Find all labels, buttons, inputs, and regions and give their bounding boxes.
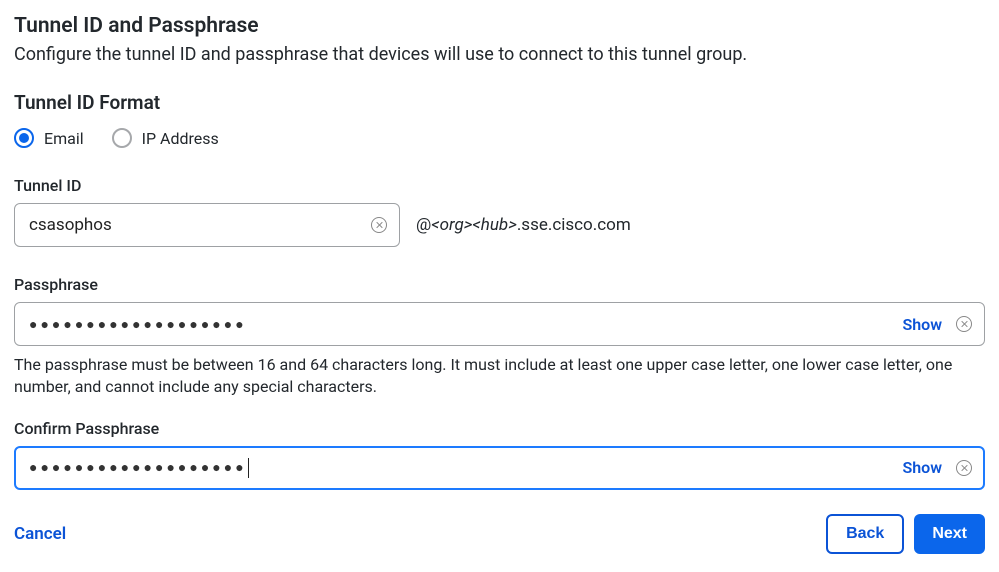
confirm-passphrase-value: ●●●●●●●●●●●●●●●●●●●	[29, 458, 902, 478]
back-button[interactable]: Back	[826, 514, 904, 554]
radio-email-label: Email	[44, 129, 84, 148]
passphrase-value: ●●●●●●●●●●●●●●●●●●●	[29, 316, 902, 333]
clear-icon[interactable]	[956, 460, 972, 476]
footer: Cancel Back Next	[14, 514, 985, 554]
radio-ip-label: IP Address	[142, 129, 219, 148]
tunnel-id-input[interactable]: csasophos	[14, 203, 400, 247]
confirm-passphrase-label: Confirm Passphrase	[14, 419, 985, 438]
show-passphrase-button[interactable]: Show	[902, 315, 942, 334]
radio-email[interactable]: Email	[14, 128, 84, 148]
radio-ip-address[interactable]: IP Address	[112, 128, 219, 148]
confirm-passphrase-input[interactable]: ●●●●●●●●●●●●●●●●●●● Show	[14, 446, 985, 490]
radio-icon-unselected	[112, 128, 132, 148]
tunnel-id-label: Tunnel ID	[14, 176, 985, 195]
text-cursor	[248, 458, 249, 478]
tunnel-id-suffix: @<org><hub>.sse.cisco.com	[416, 215, 631, 235]
show-confirm-passphrase-button[interactable]: Show	[902, 458, 942, 477]
passphrase-input[interactable]: ●●●●●●●●●●●●●●●●●●● Show	[14, 302, 985, 346]
passphrase-label: Passphrase	[14, 275, 985, 294]
tunnel-id-format-label: Tunnel ID Format	[14, 91, 985, 114]
radio-icon-selected	[14, 128, 34, 148]
cancel-button[interactable]: Cancel	[14, 524, 66, 544]
passphrase-help-text: The passphrase must be between 16 and 64…	[14, 354, 985, 399]
tunnel-id-value: csasophos	[29, 215, 371, 235]
clear-icon[interactable]	[371, 217, 387, 233]
clear-icon[interactable]	[956, 316, 972, 332]
page-title: Tunnel ID and Passphrase	[14, 14, 985, 38]
tunnel-id-format-group: Email IP Address	[14, 128, 985, 148]
page-description: Configure the tunnel ID and passphrase t…	[14, 44, 985, 65]
next-button[interactable]: Next	[914, 514, 985, 554]
